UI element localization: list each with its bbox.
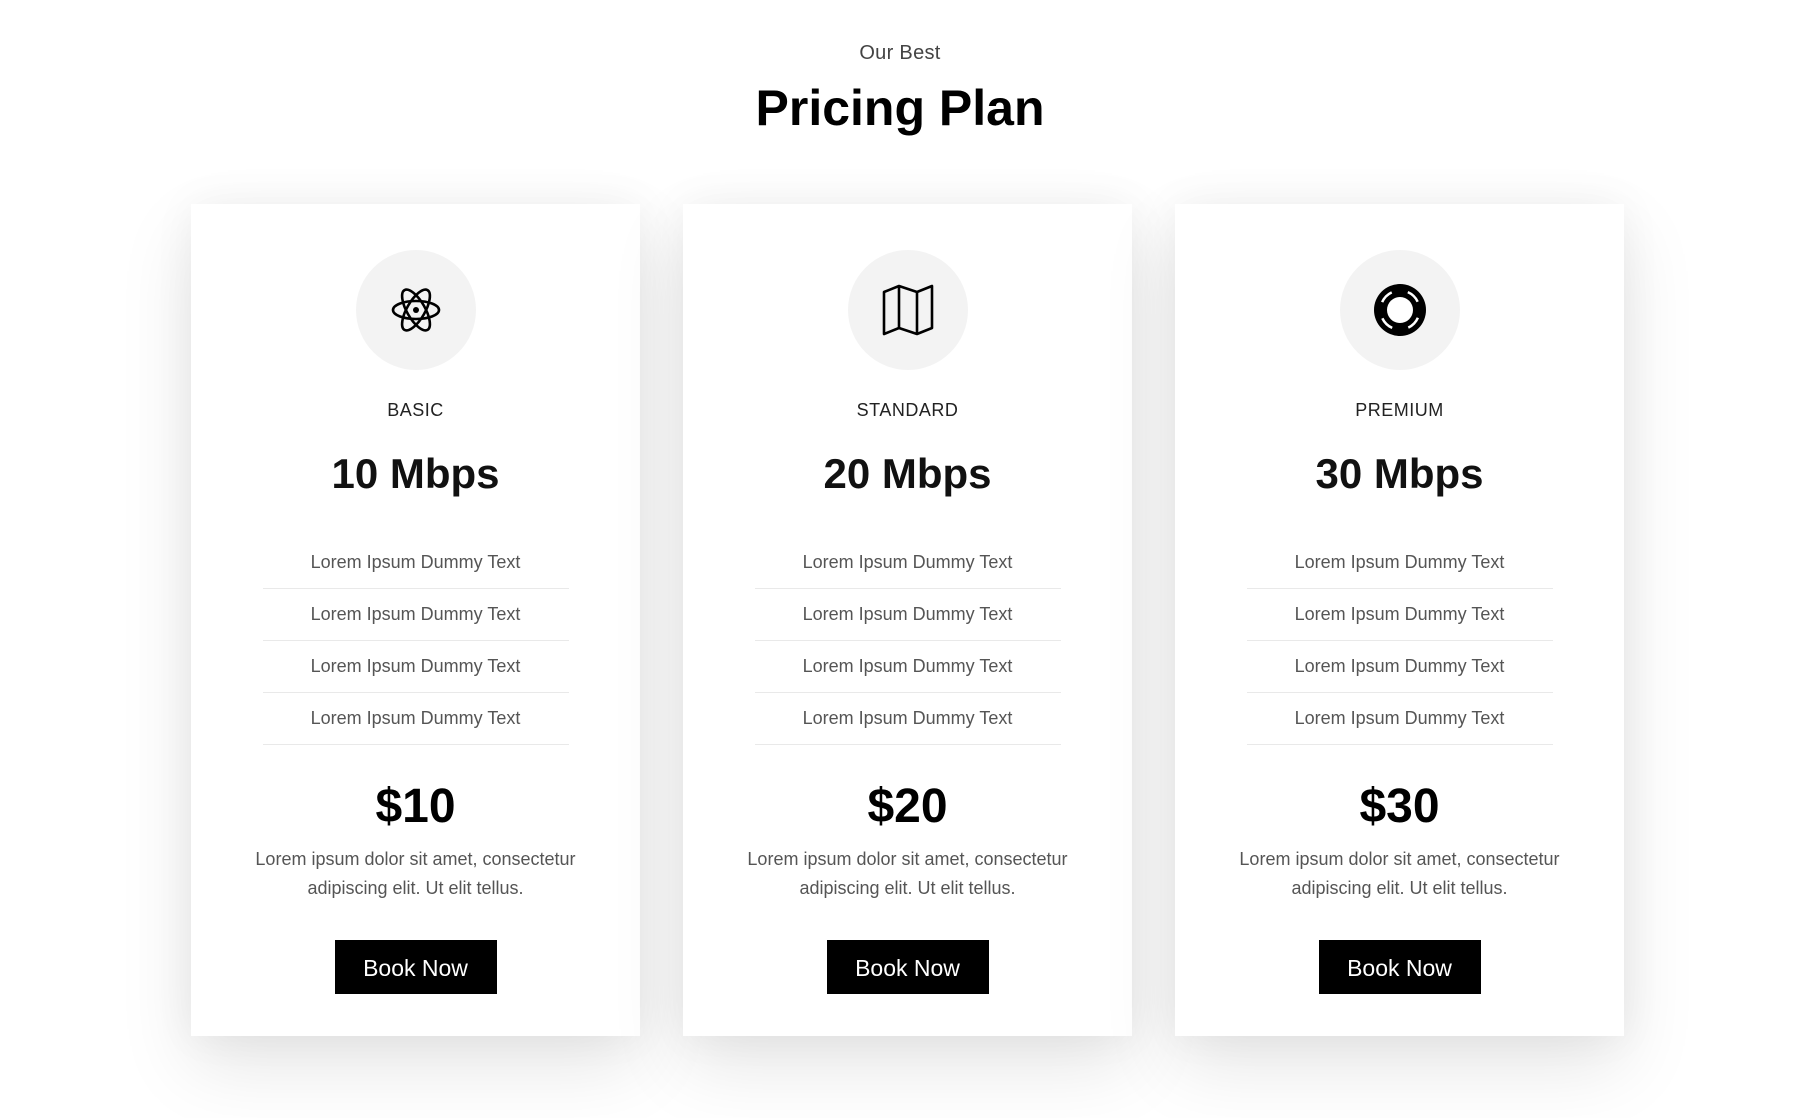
feature-item: Lorem Ipsum Dummy Text [262,589,569,641]
pricing-card-standard: STANDARD 20 Mbps Lorem Ipsum Dummy Text … [683,204,1132,1036]
icon-circle [847,250,968,370]
book-now-button[interactable]: Book Now [1318,940,1481,994]
feature-list: Lorem Ipsum Dummy Text Lorem Ipsum Dummy… [1246,537,1553,745]
feature-item: Lorem Ipsum Dummy Text [1246,641,1553,693]
plan-speed: 30 Mbps [1315,450,1484,497]
book-now-button[interactable]: Book Now [334,940,497,994]
pricing-page: Our Best Pricing Plan BASIC 10 Mbps Lore… [0,0,1800,1118]
plan-price: $30 [1359,780,1440,833]
feature-list: Lorem Ipsum Dummy Text Lorem Ipsum Dummy… [754,537,1061,745]
feature-list: Lorem Ipsum Dummy Text Lorem Ipsum Dummy… [262,537,569,745]
map-icon [880,282,936,338]
feature-item: Lorem Ipsum Dummy Text [1246,537,1553,589]
feature-item: Lorem Ipsum Dummy Text [262,641,569,693]
plan-price: $10 [375,780,456,833]
book-now-button[interactable]: Book Now [826,940,989,994]
feature-item: Lorem Ipsum Dummy Text [754,589,1061,641]
feature-item: Lorem Ipsum Dummy Text [262,693,569,745]
plan-name: PREMIUM [1355,400,1444,420]
atom-icon [390,284,442,336]
pricing-card-premium: PREMIUM 30 Mbps Lorem Ipsum Dummy Text L… [1175,204,1624,1036]
feature-item: Lorem Ipsum Dummy Text [1246,693,1553,745]
pricing-card-basic: BASIC 10 Mbps Lorem Ipsum Dummy Text Lor… [191,204,640,1036]
section-header: Our Best Pricing Plan [0,42,1800,133]
plan-name: BASIC [387,400,444,420]
plan-name: STANDARD [856,400,959,420]
icon-circle [355,250,476,370]
feature-item: Lorem Ipsum Dummy Text [1246,589,1553,641]
feature-item: Lorem Ipsum Dummy Text [754,537,1061,589]
feature-item: Lorem Ipsum Dummy Text [754,641,1061,693]
section-subtitle: Our Best [859,42,941,64]
icon-circle [1339,250,1460,370]
pricing-cards: BASIC 10 Mbps Lorem Ipsum Dummy Text Lor… [191,204,1626,1036]
plan-description: Lorem ipsum dolor sit amet, consectetur … [747,849,1068,898]
plan-price: $20 [867,780,948,833]
plan-speed: 10 Mbps [331,450,500,497]
section-title: Pricing Plan [755,80,1045,136]
plan-description: Lorem ipsum dolor sit amet, consectetur … [255,849,576,898]
plan-description: Lorem ipsum dolor sit amet, consectetur … [1239,849,1560,898]
feature-item: Lorem Ipsum Dummy Text [262,537,569,589]
plan-speed: 20 Mbps [823,450,992,497]
feature-item: Lorem Ipsum Dummy Text [754,693,1061,745]
lifebuoy-icon [1372,282,1428,338]
